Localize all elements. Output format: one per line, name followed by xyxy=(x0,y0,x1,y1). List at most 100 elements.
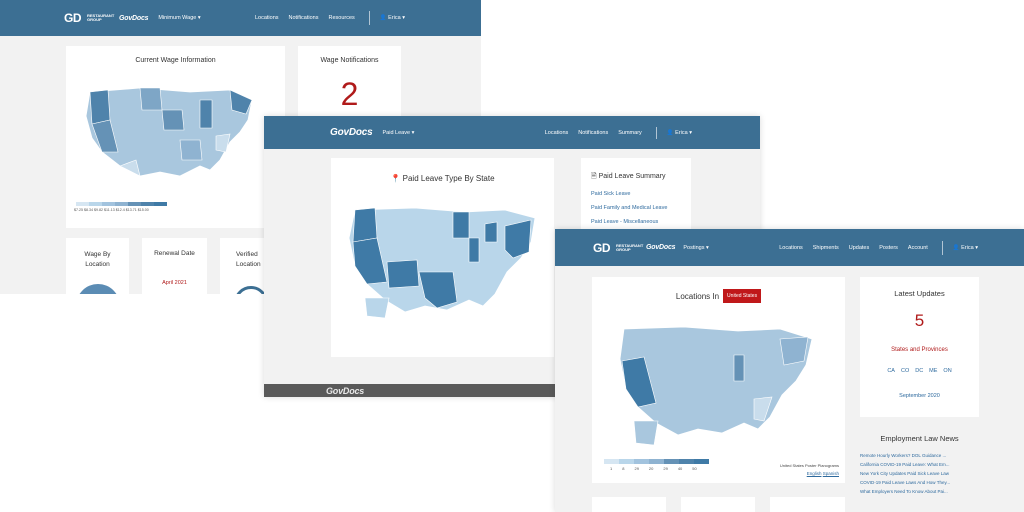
nav-notifications[interactable]: Notifications xyxy=(578,130,608,136)
code-link[interactable]: ME xyxy=(929,368,937,374)
locations-legend xyxy=(604,459,709,464)
employment-law-news: Employment Law News Remote Hourly Worker… xyxy=(860,434,979,494)
legend-label: $11.13 xyxy=(104,208,115,212)
user-menu[interactable]: 👤 Erica ▾ xyxy=(380,15,405,21)
notification-count[interactable]: 2 xyxy=(298,76,401,113)
us-locations-map[interactable] xyxy=(614,321,824,451)
menu-label: Paid Leave xyxy=(382,129,411,136)
bottom-card xyxy=(681,497,755,512)
gauge-icon xyxy=(234,286,268,294)
code-link[interactable]: CA xyxy=(887,368,895,374)
paid-leave-map-card: 📍 Paid Leave Type By State xyxy=(331,158,554,357)
legend-swatch xyxy=(76,202,89,206)
locations-in-label: Locations In xyxy=(675,291,720,301)
link-paid-family-medical-leave[interactable]: Paid Family and Medical Leave xyxy=(591,205,667,211)
legend-label: $15.00 xyxy=(137,208,149,212)
brand-logo[interactable]: GD RESTAURANT GROUP xyxy=(593,241,643,255)
legend-label: $7.25 xyxy=(74,208,83,212)
top-nav: GD RESTAURANT GROUP GovDocs Minimum Wage… xyxy=(0,0,481,36)
code-link[interactable]: DC xyxy=(915,368,923,374)
map-title: Paid Leave Type By State xyxy=(402,174,495,183)
country-select[interactable]: United States xyxy=(723,289,762,303)
screenshot-postings: GD RESTAURANT GROUP GovDocs Postings ▾ L… xyxy=(555,229,1024,512)
nav-account[interactable]: Account xyxy=(908,245,928,251)
us-paid-leave-map[interactable] xyxy=(345,202,545,322)
locations-header: Locations In United States xyxy=(592,289,845,303)
caret-down-icon: ▾ xyxy=(402,15,405,21)
nav-divider xyxy=(655,126,657,139)
legend-label: $9.82 xyxy=(94,208,103,212)
nav-locations[interactable]: Locations xyxy=(545,130,569,136)
link-paid-sick-leave[interactable]: Paid Sick Leave xyxy=(591,191,630,197)
card-title: Renewal Date xyxy=(154,250,195,257)
nav-updates[interactable]: Updates xyxy=(849,245,870,251)
user-menu[interactable]: 👤 Erica ▾ xyxy=(667,130,692,136)
legend-swatch xyxy=(664,459,679,464)
news-item[interactable]: New York City Updates Paid Sick Leave La… xyxy=(860,471,979,476)
english-link[interactable]: English xyxy=(807,471,822,476)
legend-swatch xyxy=(89,202,102,206)
update-month[interactable]: September 2020 xyxy=(860,393,979,399)
nav-summary[interactable]: Summary xyxy=(618,130,642,136)
nav-divider xyxy=(941,240,943,255)
legend-label: $13.71 xyxy=(125,208,137,212)
user-menu[interactable]: 👤 Erica ▾ xyxy=(953,245,978,251)
map-header: 📍 Paid Leave Type By State xyxy=(331,174,554,183)
nav-locations[interactable]: Locations xyxy=(255,15,279,21)
brand-mark: GD xyxy=(64,11,82,25)
card-title: Wage Notifications xyxy=(320,57,379,64)
user-icon: 👤 xyxy=(666,129,674,136)
caret-down-icon: ▾ xyxy=(705,244,709,251)
card-title: Current Wage Information xyxy=(135,57,216,64)
caret-down-icon: ▾ xyxy=(197,15,201,21)
wage-legend-labels: $7.25 $8.34 $9.82 $11.13 $12.4 $13.71 $1… xyxy=(74,208,149,212)
pie-chart-icon xyxy=(76,284,120,294)
legend-label: 50 xyxy=(692,466,697,471)
news-item[interactable]: COVID-19 Paid Leave Laws And How They... xyxy=(860,480,979,485)
us-wage-map[interactable] xyxy=(80,80,260,190)
user-icon: 👤 xyxy=(952,244,960,251)
update-count[interactable]: 5 xyxy=(860,311,979,331)
legend-swatch xyxy=(619,459,634,464)
legend-label: 29 xyxy=(634,466,639,471)
nav-shipments[interactable]: Shipments xyxy=(813,245,839,251)
top-nav: GovDocs Paid Leave ▾ Locations Notificat… xyxy=(264,116,760,149)
footer-logo: GovDocs xyxy=(326,386,365,396)
renewal-value: April 2021 xyxy=(162,280,187,286)
nav-posters[interactable]: Posters xyxy=(879,245,898,251)
govdocs-logo[interactable]: GovDocs xyxy=(646,244,676,251)
govdocs-logo[interactable]: GovDocs xyxy=(330,127,373,138)
legend-swatch xyxy=(634,459,649,464)
location-pin-icon: 📍 xyxy=(390,174,401,183)
link-paid-leave-misc[interactable]: Paid Leave - Miscellaneous xyxy=(591,219,658,225)
news-item[interactable]: California COVID-19 Paid Leave: What Em.… xyxy=(860,462,979,467)
menu-paid-leave[interactable]: Paid Leave ▾ xyxy=(383,130,415,136)
code-link[interactable]: CO xyxy=(901,368,909,374)
news-item[interactable]: Remote Hourly Workers? DOL Guidance ... xyxy=(860,453,979,458)
legend-swatch xyxy=(154,202,167,206)
nav-locations[interactable]: Locations xyxy=(779,245,803,251)
card-title-text: Wage By Location xyxy=(84,251,111,268)
nav-resources[interactable]: Resources xyxy=(328,15,354,21)
legend-label: 1 xyxy=(610,466,613,471)
nav-notifications[interactable]: Notifications xyxy=(289,15,319,21)
news-item[interactable]: What Employers Need To Know About Pai... xyxy=(860,489,979,494)
card-title-text: Verified Location xyxy=(236,251,261,268)
legend-swatch xyxy=(604,459,619,464)
bottom-card xyxy=(770,497,845,512)
language-links: English Spanish xyxy=(807,471,839,476)
state-codes: CA CO DC ME ON xyxy=(860,368,979,374)
brand-logo[interactable]: GD RESTAURANT GROUP xyxy=(64,11,114,25)
menu-minimum-wage[interactable]: Minimum Wage ▾ xyxy=(158,15,200,21)
caret-down-icon: ▾ xyxy=(411,129,415,136)
legend-label: 8 xyxy=(622,466,625,471)
code-link[interactable]: ON xyxy=(943,368,951,374)
document-icon: 🗎 xyxy=(591,173,597,180)
govdocs-logo[interactable]: GovDocs xyxy=(119,15,149,22)
menu-postings[interactable]: Postings ▾ xyxy=(683,245,708,251)
locations-legend-labels: 1 8 29 20 29 40 50 xyxy=(610,466,697,471)
spanish-link[interactable]: Spanish xyxy=(823,471,839,476)
legend-swatch xyxy=(649,459,664,464)
user-icon: 👤 xyxy=(379,15,387,21)
locations-map-card: Locations In United States 1 8 29 20 29 … xyxy=(592,277,845,483)
